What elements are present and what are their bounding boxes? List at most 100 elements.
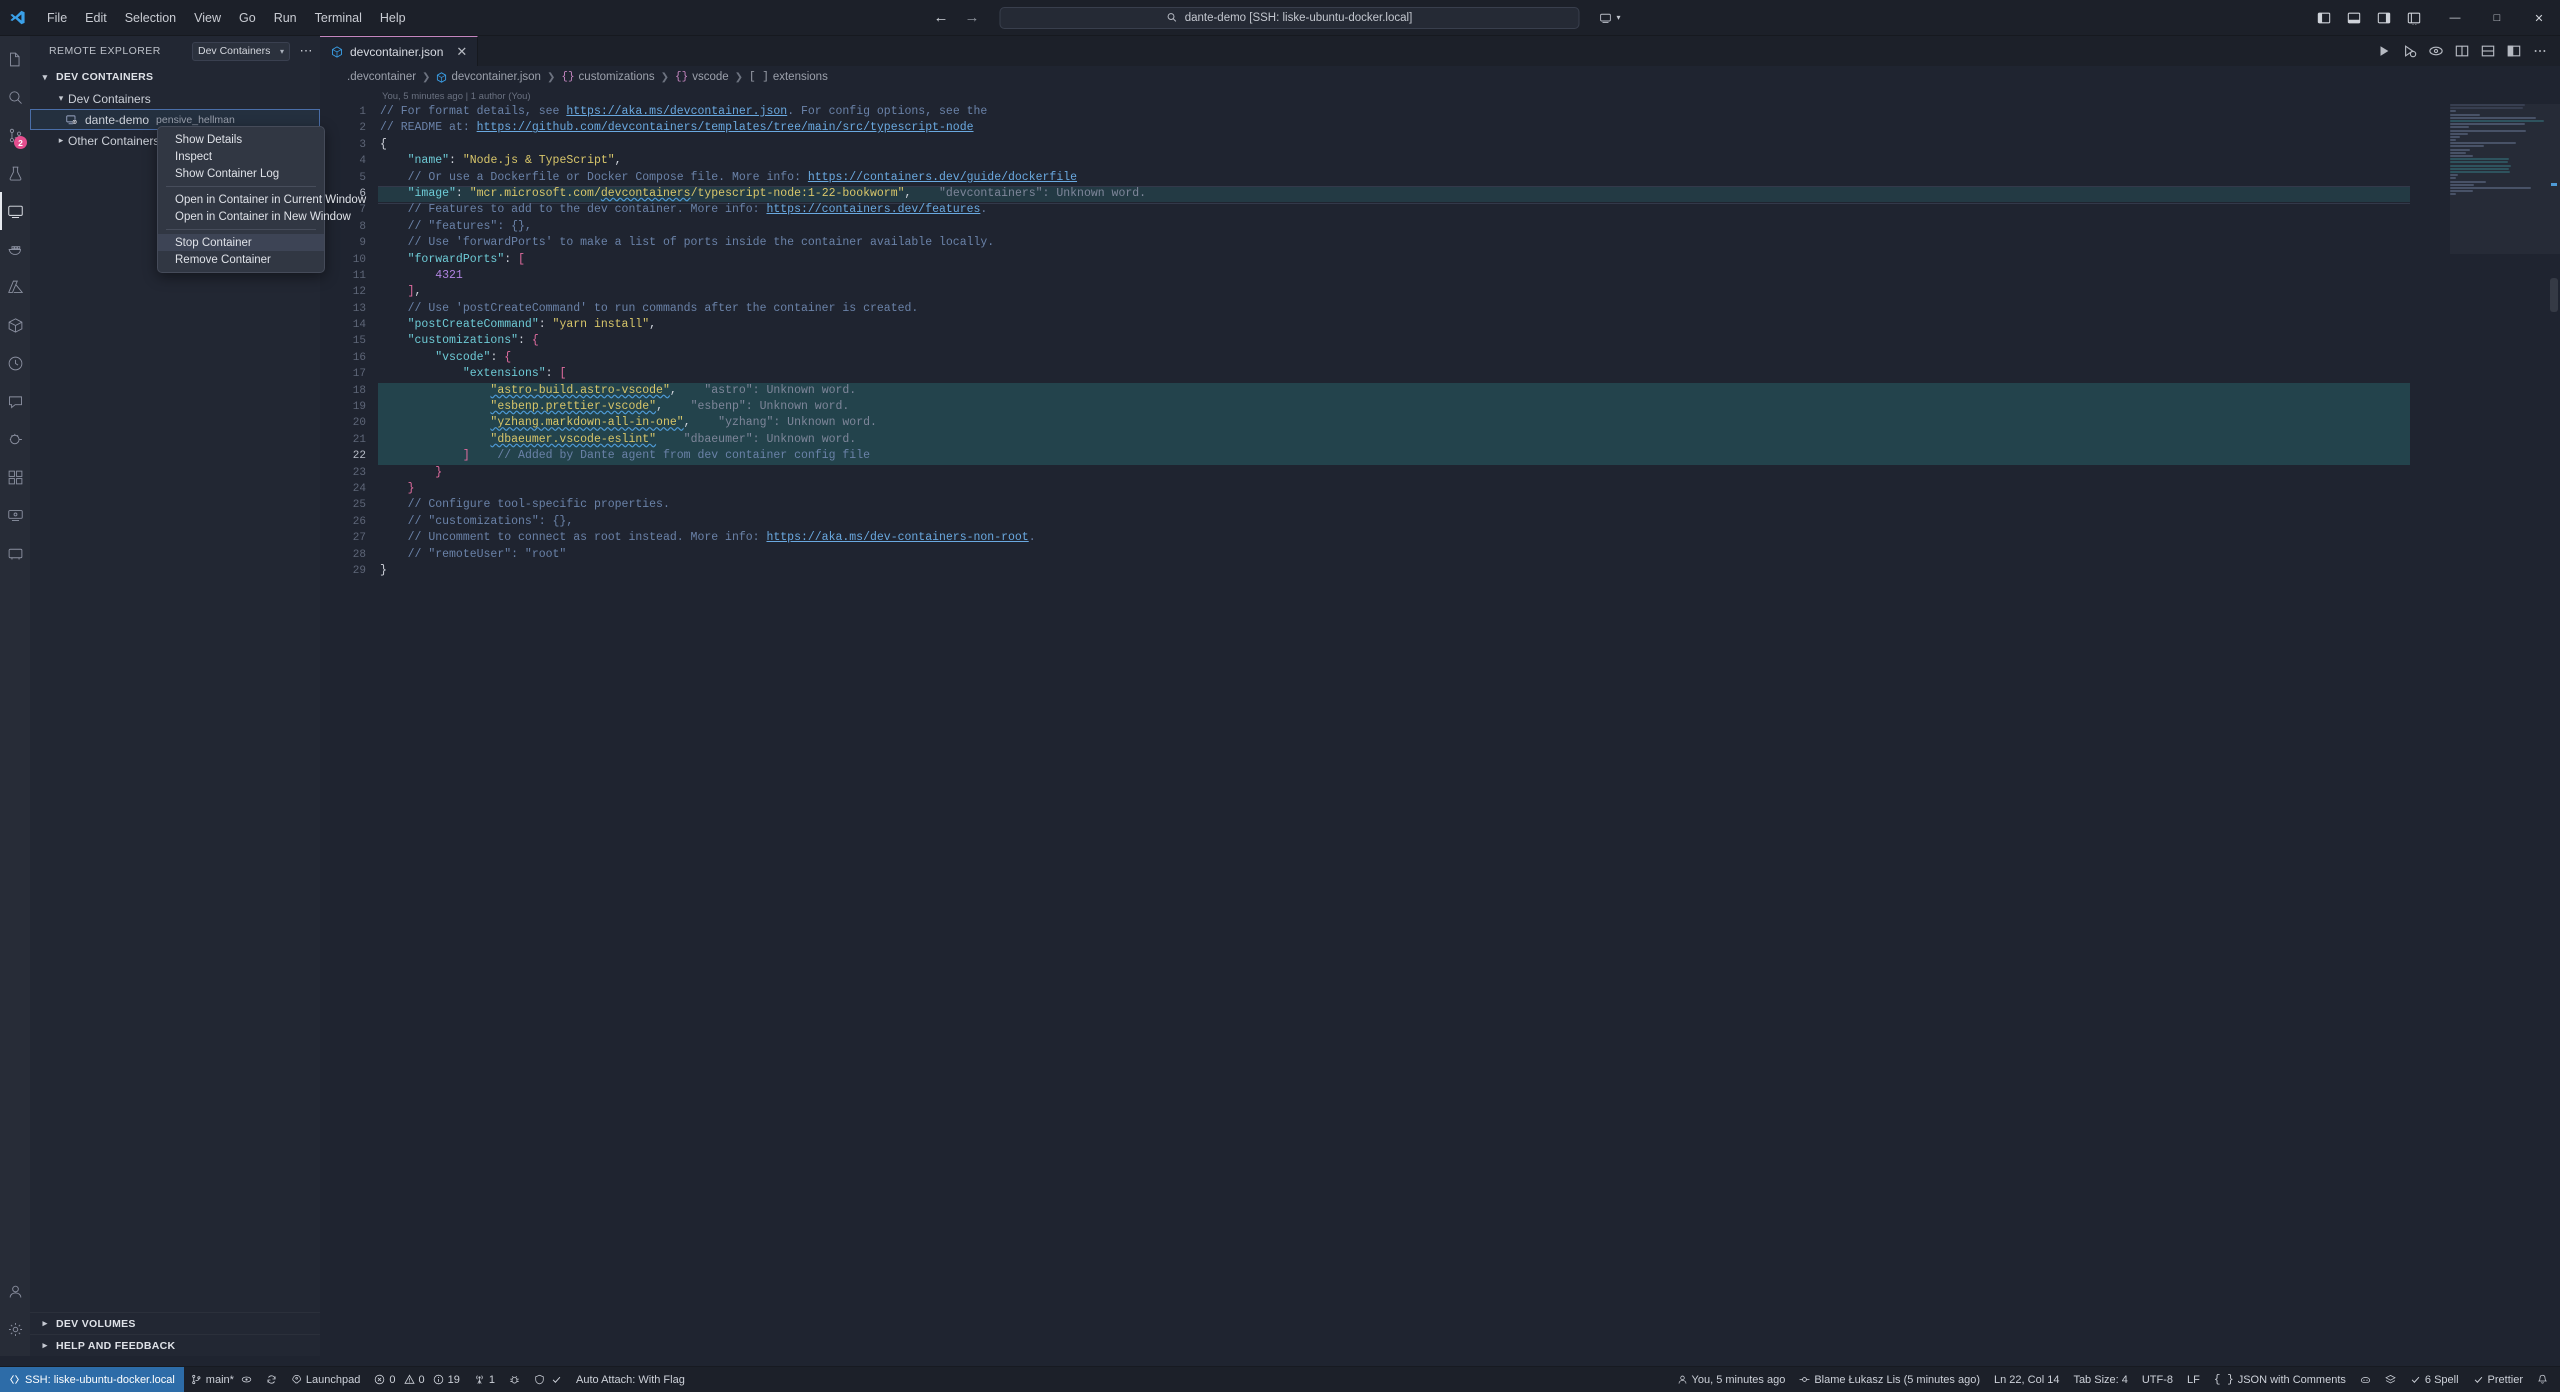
code-line[interactable]: 8 // "features": {}, [320, 219, 2560, 235]
sidebar-more-actions[interactable]: ⋯ [298, 44, 314, 57]
status-ports[interactable]: 1 [467, 1367, 502, 1392]
menu-go[interactable]: Go [230, 6, 265, 30]
arrow-left-icon[interactable]: ← [933, 10, 948, 25]
activity-item-copilot-chat[interactable] [0, 382, 30, 420]
remote-window-chip[interactable]: ▾ [1593, 9, 1626, 27]
code-line[interactable]: 26 // "customizations": {}, [320, 514, 2560, 530]
context-menu-item-stop-container[interactable]: Stop Container [158, 234, 324, 251]
code-line[interactable]: 11 4321 [320, 268, 2560, 284]
minimize-button[interactable]: — [2434, 0, 2476, 36]
breadcrumb-item-devcontainer-json[interactable]: devcontainer.json [436, 71, 541, 83]
context-menu-item-inspect[interactable]: Inspect [158, 148, 324, 165]
context-menu-item-open-in-container-current-window[interactable]: Open in Container in Current Window [158, 191, 366, 208]
status-blame[interactable]: Blame Łukasz Lis (5 minutes ago) [1792, 1367, 1987, 1392]
run-icon[interactable] [2372, 38, 2396, 64]
code-line[interactable]: 16 "vscode": { [320, 350, 2560, 366]
activity-item-remote-tunnels[interactable] [0, 496, 30, 534]
activity-item-source-control[interactable]: 2 [0, 116, 30, 154]
close-button[interactable]: ✕ [2518, 0, 2560, 36]
code-line[interactable]: 15 "customizations": { [320, 333, 2560, 349]
sidebar-section-dev-volumes[interactable]: ▸ DEV VOLUMES [30, 1312, 320, 1334]
context-menu-item-open-in-container-new-window[interactable]: Open in Container in New Window [158, 208, 351, 225]
activity-item-extensions[interactable] [0, 458, 30, 496]
status-remote-indicator[interactable]: SSH: liske-ubuntu-docker.local [0, 1366, 184, 1392]
close-icon[interactable]: ✕ [456, 45, 467, 58]
code-line[interactable]: 5 // Or use a Dockerfile or Docker Compo… [320, 170, 2560, 186]
menu-file[interactable]: File [38, 6, 76, 30]
code-line[interactable]: 6 "image": "mcr.microsoft.com/devcontain… [320, 185, 2560, 205]
tab-devcontainer-json[interactable]: devcontainer.json ✕ [320, 36, 479, 66]
status-branch[interactable]: main* [184, 1367, 259, 1392]
status-spell-checker[interactable]: 6 Spell [2403, 1367, 2466, 1392]
split-editor-icon[interactable] [2450, 38, 2474, 64]
code-line[interactable]: 24 } [320, 481, 2560, 497]
status-auto-attach[interactable]: Auto Attach: With Flag [569, 1367, 692, 1392]
layout-editor-icon[interactable] [2502, 38, 2526, 64]
activity-item-accounts[interactable] [0, 1272, 30, 1310]
code-line[interactable]: 9 // Use 'forwardPorts' to make a list o… [320, 235, 2560, 251]
run-debug-icon[interactable] [2398, 38, 2422, 64]
remote-provider-select[interactable]: Dev Containers ▾ [192, 41, 290, 61]
context-menu-item-show-container-log[interactable]: Show Container Log [158, 165, 324, 182]
toggle-secondary-sidebar-icon[interactable] [2370, 5, 2398, 31]
code-line[interactable]: 19 "esbenp.prettier-vscode", "esbenp": U… [320, 399, 2560, 416]
code-line[interactable]: 18 "astro-build.astro-vscode", "astro": … [320, 382, 2560, 400]
code-line[interactable]: 17 "extensions": [ [320, 366, 2560, 382]
status-encoding[interactable]: UTF-8 [2135, 1367, 2180, 1392]
activity-item-dev-containers[interactable] [0, 306, 30, 344]
context-menu-item-remove-container[interactable]: Remove Container [158, 251, 324, 268]
code-line[interactable]: 13 // Use 'postCreateCommand' to run com… [320, 301, 2560, 317]
code-editor[interactable]: You, 5 minutes ago | 1 author (You) 1 // … [320, 88, 2560, 1336]
activity-item-docker[interactable] [0, 230, 30, 268]
status-layers[interactable] [2378, 1367, 2403, 1392]
status-language-mode[interactable]: { } JSON with Comments [2207, 1367, 2353, 1392]
breadcrumb-item-devcontainer-folder[interactable]: .devcontainer [347, 71, 416, 83]
activity-item-explorer[interactable] [0, 40, 30, 78]
toggle-primary-sidebar-icon[interactable] [2310, 5, 2338, 31]
minimap-slider[interactable] [2450, 104, 2560, 254]
activity-item-ports[interactable] [0, 534, 30, 572]
menu-terminal[interactable]: Terminal [306, 6, 371, 30]
maximize-button[interactable]: □ [2476, 0, 2518, 36]
command-center[interactable]: dante-demo [SSH: liske-ubuntu-docker.loc… [999, 6, 1580, 29]
code-line[interactable]: 4 "name": "Node.js & TypeScript", [320, 153, 2560, 169]
status-eol[interactable]: LF [2180, 1367, 2207, 1392]
menu-help[interactable]: Help [371, 6, 415, 30]
activity-item-testing[interactable] [0, 154, 30, 192]
sidebar-section-dev-containers[interactable]: ▾ DEV CONTAINERS [30, 66, 320, 88]
editor-scrollbar[interactable] [2550, 278, 2558, 312]
status-shield-check[interactable] [527, 1367, 569, 1392]
status-debug-toggle[interactable] [502, 1367, 527, 1392]
code-line[interactable]: 12 ], [320, 284, 2560, 300]
activity-item-settings[interactable] [0, 1310, 30, 1348]
code-line[interactable]: 7 // Features to add to the dev containe… [320, 202, 2560, 218]
code-line[interactable]: 3{ [320, 137, 2560, 153]
code-line[interactable]: 22 ] // Added by Dante agent from dev co… [320, 448, 2560, 465]
menu-selection[interactable]: Selection [116, 6, 185, 30]
breadcrumb-item-extensions[interactable]: [ ] extensions [749, 71, 828, 83]
activity-item-remote-explorer[interactable] [0, 192, 30, 230]
status-prettier[interactable]: Prettier [2466, 1367, 2530, 1392]
toggle-panel-icon[interactable] [2340, 5, 2368, 31]
activity-item-run-and-debug[interactable] [0, 420, 30, 458]
code-lines[interactable]: 1 // For format details, see https://aka.… [320, 104, 2560, 579]
code-line[interactable]: 25 // Configure tool-specific properties… [320, 497, 2560, 513]
status-last-edit[interactable]: You, 5 minutes ago [1670, 1367, 1793, 1392]
menu-view[interactable]: View [185, 6, 230, 30]
activity-item-timeline[interactable] [0, 344, 30, 382]
activity-item-azure[interactable] [0, 268, 30, 306]
code-line[interactable]: 10 "forwardPorts": [ [320, 252, 2560, 268]
code-line[interactable]: 29} [320, 563, 2560, 579]
code-line[interactable]: 27 // Uncomment to connect as root inste… [320, 530, 2560, 546]
menu-run[interactable]: Run [265, 6, 306, 30]
code-line[interactable]: 21 "dbaeumer.vscode-eslint" "dbaeumer": … [320, 431, 2560, 449]
code-line[interactable]: 23 } [320, 465, 2560, 481]
status-cursor-position[interactable]: Ln 22, Col 14 [1987, 1367, 2066, 1392]
menu-edit[interactable]: Edit [76, 6, 116, 30]
breadcrumb-item-vscode[interactable]: {} vscode [675, 71, 729, 83]
code-line[interactable]: 20 "yzhang.markdown-all-in-one", "yzhang… [320, 415, 2560, 432]
customize-layout-icon[interactable] [2400, 5, 2428, 31]
code-line[interactable]: 28 // "remoteUser": "root" [320, 547, 2560, 563]
status-launchpad[interactable]: Launchpad [284, 1367, 367, 1392]
status-copilot[interactable] [2353, 1367, 2378, 1392]
